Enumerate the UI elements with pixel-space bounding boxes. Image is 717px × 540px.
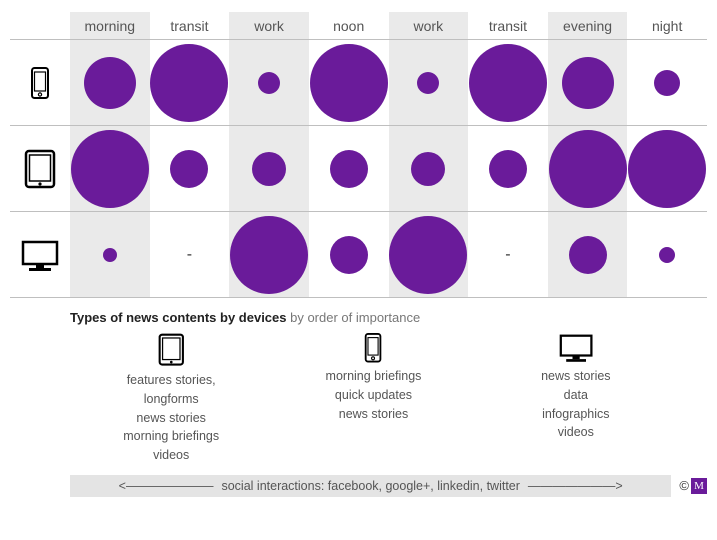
arrow-right-icon: ———————>	[528, 479, 623, 493]
bubble-cell	[389, 40, 469, 126]
col-header: night	[627, 12, 707, 40]
bubble-cell	[548, 40, 628, 126]
bubble	[417, 72, 439, 94]
bubble-cell	[229, 40, 309, 126]
section-title: Types of news contents by devices by ord…	[70, 310, 677, 325]
content-item: longforms	[70, 390, 272, 409]
bubble	[258, 72, 280, 94]
header-corner	[10, 12, 70, 40]
section-title-rest: by order of importance	[287, 310, 421, 325]
bubble-cell	[309, 126, 389, 212]
col-header: work	[389, 12, 469, 40]
bubble-cell	[627, 126, 707, 212]
bubble	[170, 150, 208, 188]
row-header-desktop	[10, 212, 70, 298]
content-item: quick updates	[272, 386, 474, 405]
social-text: social interactions: facebook, google+, …	[221, 479, 519, 493]
tablet-column: features stories, longforms news stories…	[70, 333, 272, 465]
content-item: news stories	[70, 409, 272, 428]
bubble-cell	[548, 212, 628, 298]
col-header: morning	[70, 12, 150, 40]
bubble-cell: -	[150, 212, 230, 298]
bubble	[659, 247, 675, 263]
content-item: morning briefings	[272, 367, 474, 386]
bubble-cell	[468, 126, 548, 212]
content-item: infographics	[475, 405, 677, 424]
dash: -	[187, 246, 192, 264]
smartphone-icon	[28, 67, 52, 99]
bubble-cell	[150, 40, 230, 126]
bubble	[84, 57, 136, 109]
tablet-icon	[24, 149, 56, 189]
smartphone-icon	[362, 333, 384, 363]
bubble	[411, 152, 445, 186]
bubble	[330, 236, 368, 274]
bubble-cell	[389, 126, 469, 212]
col-header: transit	[468, 12, 548, 40]
col-header: work	[229, 12, 309, 40]
content-item: features stories,	[70, 371, 272, 390]
content-item: news stories	[475, 367, 677, 386]
bubble-cell	[627, 212, 707, 298]
bubble	[562, 57, 614, 109]
bubble	[549, 130, 627, 208]
content-item: morning briefings	[70, 427, 272, 446]
row-header-smartphone	[10, 40, 70, 126]
content-item: videos	[70, 446, 272, 465]
bubble-cell	[468, 40, 548, 126]
bubble	[103, 248, 117, 262]
desktop-icon	[559, 333, 593, 363]
bubble	[330, 150, 368, 188]
logo-icon: M	[691, 478, 707, 494]
bubble-cell	[70, 126, 150, 212]
bubble-cell: -	[468, 212, 548, 298]
bubble	[310, 44, 388, 122]
bubble	[489, 150, 527, 188]
bubble	[150, 44, 228, 122]
social-bar: <——————— social interactions: facebook, …	[70, 475, 671, 497]
bubble	[569, 236, 607, 274]
desktop-column: news stories data infographics videos	[475, 333, 677, 465]
bubble-cell	[548, 126, 628, 212]
footer: <——————— social interactions: facebook, …	[70, 475, 707, 497]
section-title-bold: Types of news contents by devices	[70, 310, 287, 325]
bubble-cell	[309, 40, 389, 126]
col-header: transit	[150, 12, 230, 40]
bubble-cell	[150, 126, 230, 212]
dash: -	[505, 246, 510, 264]
copyright-symbol: ©	[679, 478, 689, 493]
bubble-cell	[229, 212, 309, 298]
bubble	[71, 130, 149, 208]
content-item: videos	[475, 423, 677, 442]
bubble	[252, 152, 286, 186]
bubble-cell	[309, 212, 389, 298]
bubble-cell	[389, 212, 469, 298]
bubble-grid: morning transit work noon work transit e…	[10, 12, 707, 298]
col-header: evening	[548, 12, 628, 40]
bubble	[654, 70, 680, 96]
bubble-cell	[70, 40, 150, 126]
phone-column: morning briefings quick updates news sto…	[272, 333, 474, 465]
content-item: data	[475, 386, 677, 405]
bubble	[628, 130, 706, 208]
copyright: © M	[679, 478, 707, 494]
bubble-cell	[627, 40, 707, 126]
arrow-left-icon: <———————	[119, 479, 214, 493]
tablet-icon	[158, 333, 184, 367]
bubble	[469, 44, 547, 122]
bubble	[389, 216, 467, 294]
desktop-icon	[21, 239, 59, 271]
bubble-cell	[70, 212, 150, 298]
col-header: noon	[309, 12, 389, 40]
row-header-tablet	[10, 126, 70, 212]
content-types-section: Types of news contents by devices by ord…	[10, 310, 707, 465]
bubble-cell	[229, 126, 309, 212]
content-item: news stories	[272, 405, 474, 424]
bubble	[230, 216, 308, 294]
